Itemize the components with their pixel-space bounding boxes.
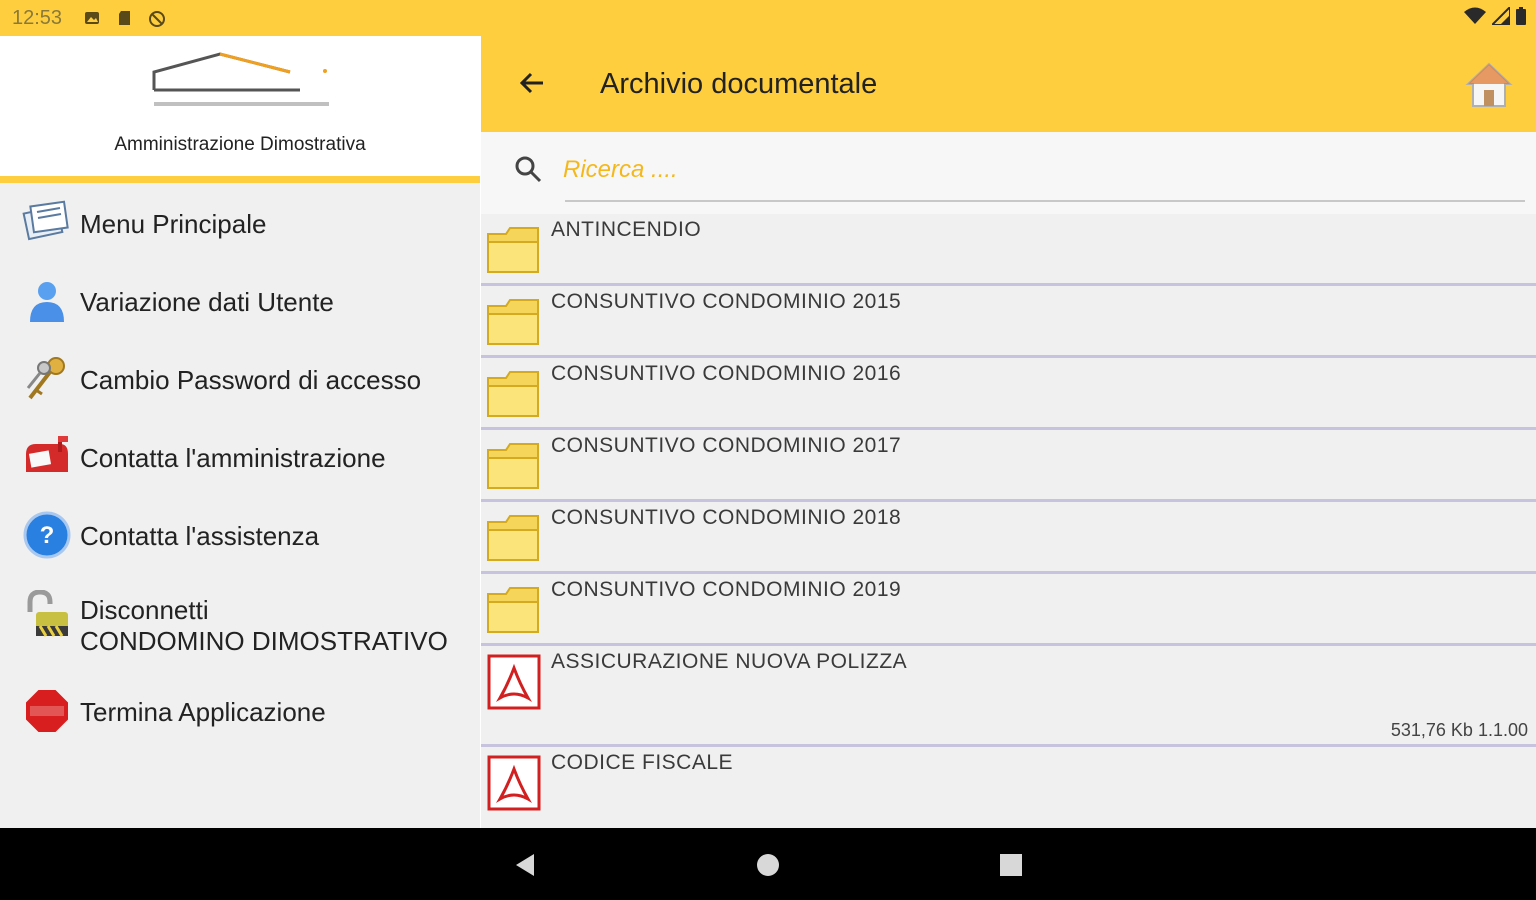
nav-back-icon[interactable] bbox=[512, 852, 538, 878]
sd-card-icon bbox=[117, 10, 133, 26]
menu-item-label: Contatta l'amministrazione bbox=[80, 443, 386, 473]
menu-item-label: Contatta l'assistenza bbox=[80, 521, 320, 551]
system-navigation-bar bbox=[0, 828, 1536, 900]
drawer-accent-line bbox=[0, 176, 480, 183]
stop-icon bbox=[22, 686, 72, 736]
folder-icon bbox=[486, 368, 542, 420]
menu-item-change-password[interactable]: Cambio Password di accesso bbox=[0, 344, 480, 414]
organization-name: Amministrazione Dimostrativa bbox=[114, 134, 366, 155]
menu-item-logout[interactable]: Disconnetti CONDOMINO DIMOSTRATIVO bbox=[0, 584, 480, 664]
status-time: 12:53 bbox=[12, 7, 63, 29]
signal-icon bbox=[1489, 4, 1511, 30]
search-bar bbox=[481, 132, 1536, 214]
document-name: CONSUNTIVO CONDOMINIO 2019 bbox=[551, 578, 902, 601]
status-right-icons bbox=[1464, 4, 1526, 30]
menu-item-label: Menu Principale bbox=[80, 209, 267, 239]
app-bar: Archivio documentale bbox=[481, 36, 1536, 132]
menu-item-exit-app[interactable]: Termina Applicazione bbox=[0, 676, 480, 746]
list-item[interactable]: CONSUNTIVO CONDOMINIO 2017 bbox=[481, 430, 1536, 502]
home-icon[interactable] bbox=[1464, 60, 1514, 110]
document-name: ANTINCENDIO bbox=[551, 218, 702, 241]
document-meta: 531,76 Kb 1.1.00 bbox=[1390, 720, 1528, 740]
list-item[interactable]: CONSUNTIVO CONDOMINIO 2015 bbox=[481, 286, 1536, 358]
no-location-icon bbox=[148, 10, 165, 27]
drawer-header: Amministrazione Dimostrativa bbox=[0, 36, 480, 176]
navigation-drawer: Amministrazione Dimostrativa Menu Princi… bbox=[0, 36, 480, 828]
list-item[interactable]: CONSUNTIVO CONDOMINIO 2018 bbox=[481, 502, 1536, 574]
battery-icon bbox=[1516, 6, 1526, 30]
list-item[interactable]: CONSUNTIVO CONDOMINIO 2019 bbox=[481, 574, 1536, 646]
document-name: CONSUNTIVO CONDOMINIO 2017 bbox=[551, 434, 902, 457]
folder-icon bbox=[486, 224, 542, 276]
nav-home-icon[interactable] bbox=[755, 852, 781, 878]
folder-icon bbox=[486, 296, 542, 348]
folder-icon bbox=[486, 440, 542, 492]
arrow-back-icon[interactable] bbox=[517, 68, 547, 98]
status-bar: 12:53 bbox=[0, 0, 1536, 36]
company-logo bbox=[150, 46, 335, 114]
search-input[interactable] bbox=[563, 150, 1503, 190]
page-title: Archivio documentale bbox=[600, 68, 878, 100]
nav-recents-icon[interactable] bbox=[998, 852, 1024, 878]
menu-item-contact-administration[interactable]: Contatta l'amministrazione bbox=[0, 422, 480, 492]
document-name: CONSUNTIVO CONDOMINIO 2018 bbox=[551, 506, 902, 529]
menu-item-label-line2: CONDOMINO DIMOSTRATIVO bbox=[80, 626, 448, 656]
wifi-icon bbox=[1464, 7, 1486, 30]
list-item[interactable]: CODICE FISCALE bbox=[481, 747, 1536, 828]
document-name: CONSUNTIVO CONDOMINIO 2015 bbox=[551, 290, 902, 313]
document-name: ASSICURAZIONE NUOVA POLIZZA bbox=[551, 650, 908, 673]
help-icon: ? bbox=[22, 510, 72, 560]
menu-item-label: Cambio Password di accesso bbox=[80, 365, 422, 395]
search-underline bbox=[565, 200, 1525, 202]
pdf-icon bbox=[486, 654, 542, 710]
menu-item-label: Variazione dati Utente bbox=[80, 287, 334, 317]
menu-item-label: Termina Applicazione bbox=[80, 697, 326, 727]
menu-item-contact-support[interactable]: ? Contatta l'assistenza bbox=[0, 500, 480, 570]
search-icon bbox=[513, 154, 543, 184]
user-icon bbox=[22, 276, 72, 326]
keys-icon bbox=[22, 354, 72, 404]
folder-icon bbox=[486, 584, 542, 636]
folder-icon bbox=[486, 512, 542, 564]
document-list: ANTINCENDIO CONSUNTIVO CONDOMINIO 2015 C… bbox=[481, 214, 1536, 828]
list-item[interactable]: ANTINCENDIO bbox=[481, 214, 1536, 286]
menu-item-main-menu[interactable]: Menu Principale bbox=[0, 188, 480, 258]
menu-item-label-line1: Disconnetti bbox=[80, 595, 209, 625]
documents-icon bbox=[22, 198, 72, 248]
pdf-icon bbox=[486, 755, 542, 811]
svg-text:?: ? bbox=[40, 522, 55, 549]
image-icon bbox=[84, 10, 100, 26]
document-name: CODICE FISCALE bbox=[551, 751, 734, 774]
document-name: CONSUNTIVO CONDOMINIO 2016 bbox=[551, 362, 902, 385]
menu-item-user-data[interactable]: Variazione dati Utente bbox=[0, 266, 480, 336]
list-item[interactable]: CONSUNTIVO CONDOMINIO 2016 bbox=[481, 358, 1536, 430]
mailbox-icon bbox=[22, 432, 72, 482]
padlock-icon bbox=[22, 589, 72, 640]
list-item[interactable]: ASSICURAZIONE NUOVA POLIZZA 531,76 Kb 1.… bbox=[481, 646, 1536, 747]
